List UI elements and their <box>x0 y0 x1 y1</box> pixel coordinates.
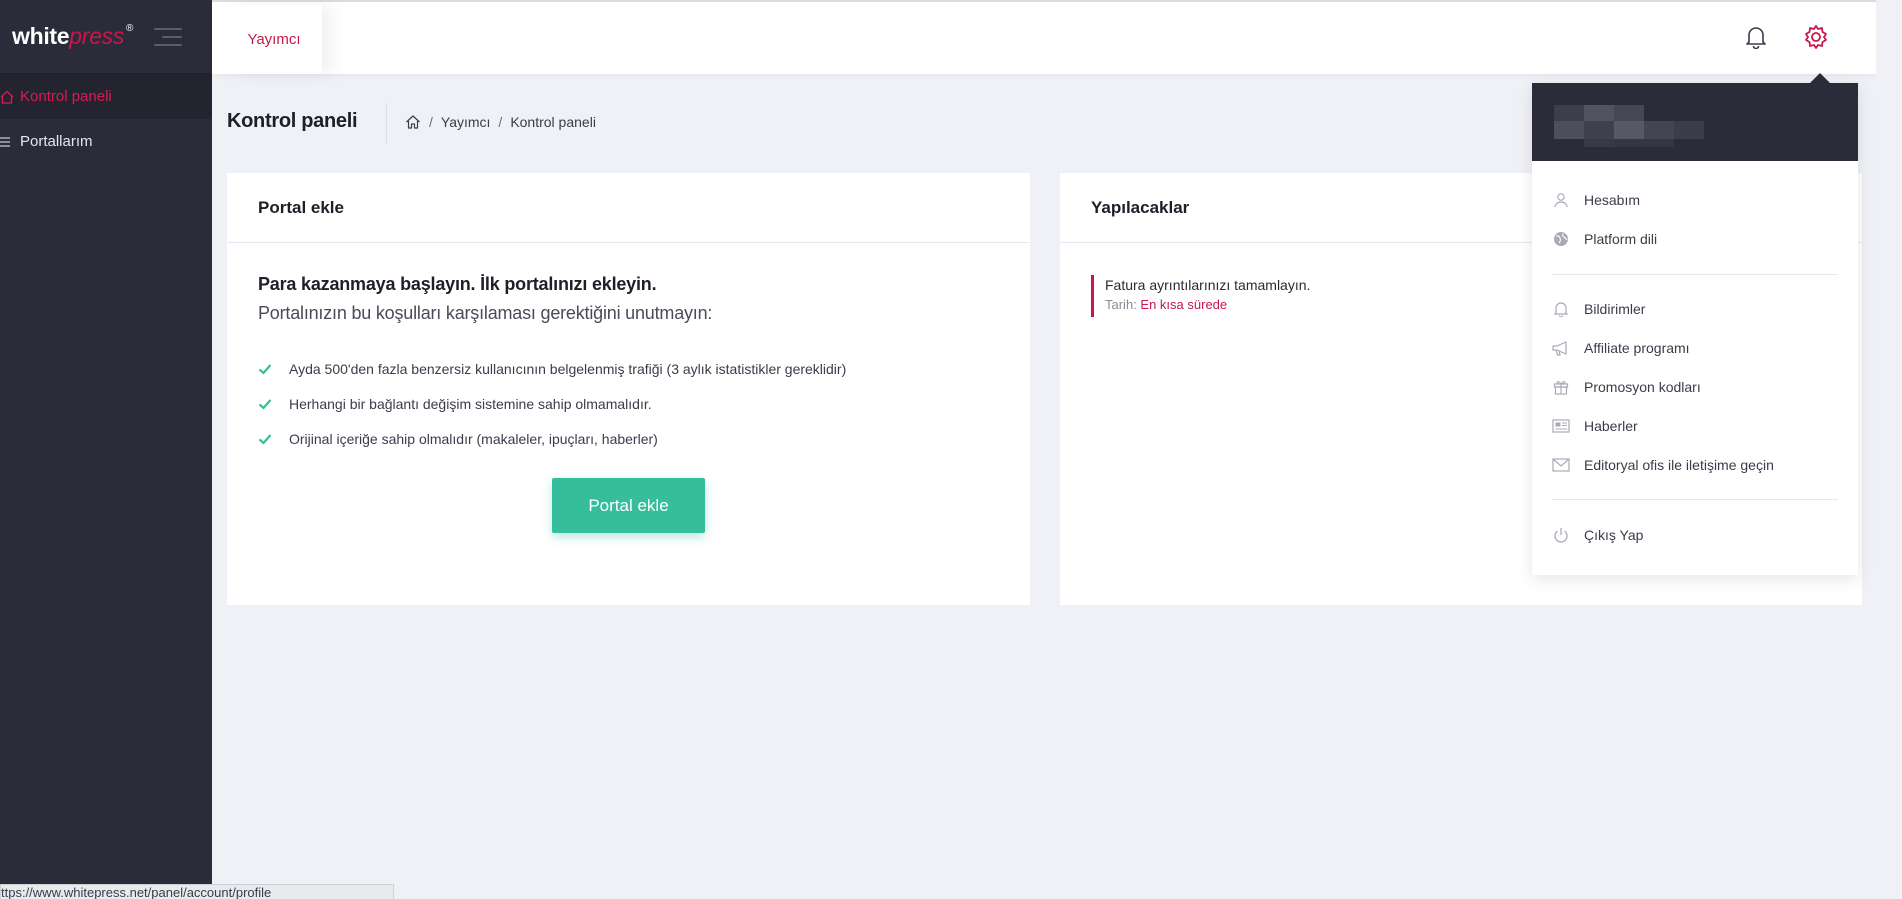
list-item: Herhangi bir bağlantı değişim sistemine … <box>258 386 846 421</box>
home-icon[interactable] <box>405 114 421 130</box>
sidebar-item-portallarim[interactable]: Portallarım <box>0 119 212 164</box>
menu-toggle-icon[interactable] <box>154 27 182 46</box>
status-bar-url: ttps://www.whitepress.net/panel/account/… <box>0 884 394 899</box>
menu-item-label: Hesabım <box>1584 192 1641 208</box>
scrollbar[interactable] <box>1876 0 1902 899</box>
logo-registered: ® <box>126 23 134 34</box>
newspaper-icon <box>1552 417 1570 435</box>
menu-item-label: Haberler <box>1584 418 1638 434</box>
requirements-list: Ayda 500'den fazla benzersiz kullanıcını… <box>258 351 846 456</box>
title-divider <box>386 103 387 143</box>
logo-press: press <box>69 23 125 49</box>
tab-yayimci[interactable]: Yayımcı <box>226 5 322 74</box>
menu-item-promosyon[interactable]: Promosyon kodları <box>1552 375 1701 399</box>
sidebar-item-label: Portallarım <box>20 133 93 150</box>
menu-item-label: Editoryal ofis ile iletişime geçin <box>1584 457 1774 473</box>
gift-icon <box>1552 378 1570 396</box>
todo-item[interactable]: Fatura ayrıntılarınızı tamamlayın. Tarih… <box>1091 275 1310 317</box>
requirement-text: Orijinal içeriğe sahip olmalıdır (makale… <box>289 430 658 447</box>
requirement-text: Herhangi bir bağlantı değişim sistemine … <box>289 395 652 412</box>
user-icon <box>1552 191 1570 209</box>
top-bar: Yayımcı <box>212 2 1876 74</box>
menu-item-label: Bildirimler <box>1584 301 1646 317</box>
sidebar: white press ® Kontrol paneli Portallarım <box>0 0 212 899</box>
gear-icon[interactable] <box>1803 24 1829 50</box>
requirement-text: Ayda 500'den fazla benzersiz kullanıcını… <box>289 360 847 377</box>
dropdown-header <box>1532 83 1858 161</box>
sidebar-item-label: Kontrol paneli <box>20 88 112 105</box>
breadcrumb: / Yayımcı / Kontrol paneli <box>405 114 596 130</box>
card-title: Portal ekle <box>227 173 1030 243</box>
list-item: Ayda 500'den fazla benzersiz kullanıcını… <box>258 351 846 386</box>
logo-white: white <box>12 23 70 49</box>
home-icon <box>0 87 20 107</box>
list-item: Orijinal içeriğe sahip olmalıdır (makale… <box>258 421 846 456</box>
todo-date-label: Tarih: <box>1105 297 1137 312</box>
globe-icon <box>1552 230 1570 248</box>
sidebar-item-kontrol-paneli[interactable]: Kontrol paneli <box>0 74 212 119</box>
menu-item-label: Platform dili <box>1584 231 1658 247</box>
menu-item-platform-dili[interactable]: Platform dili <box>1552 227 1657 251</box>
mail-icon <box>1552 456 1570 474</box>
dropdown-caret <box>1810 73 1830 83</box>
menu-item-haberler[interactable]: Haberler <box>1552 414 1638 438</box>
megaphone-icon <box>1552 339 1570 357</box>
divider <box>1552 499 1838 500</box>
portal-ekle-button[interactable]: Portal ekle <box>552 478 705 533</box>
list-icon <box>0 132 20 152</box>
page-title: Kontrol paneli <box>227 110 358 132</box>
todo-date: Tarih: En kısa sürede <box>1105 297 1310 312</box>
bell-icon <box>1552 300 1570 318</box>
breadcrumb-current: Kontrol paneli <box>510 114 596 130</box>
check-icon <box>258 362 272 376</box>
sidebar-header: white press ® <box>0 0 212 74</box>
menu-item-label: Çıkış Yap <box>1584 527 1644 543</box>
breadcrumb-separator: / <box>498 114 503 130</box>
check-icon <box>258 397 272 411</box>
breadcrumb-separator: / <box>429 114 433 130</box>
card-lead: Para kazanmaya başlayın. İlk portalınızı… <box>258 274 657 294</box>
check-icon <box>258 432 272 446</box>
settings-dropdown: Hesabım Platform dili Bildirimler Affili… <box>1532 73 1858 575</box>
divider <box>1552 274 1838 275</box>
power-icon <box>1552 526 1570 544</box>
menu-item-label: Promosyon kodları <box>1584 379 1701 395</box>
menu-item-affiliate[interactable]: Affiliate programı <box>1552 336 1690 360</box>
todo-text[interactable]: Fatura ayrıntılarınızı tamamlayın. <box>1105 277 1310 293</box>
card-subtitle: Portalınızın bu koşulları karşılaması ge… <box>258 303 713 323</box>
blurred-username <box>1554 105 1714 147</box>
menu-item-editoryal[interactable]: Editoryal ofis ile iletişime geçin <box>1552 453 1774 477</box>
menu-item-cikis[interactable]: Çıkış Yap <box>1552 523 1643 547</box>
menu-item-hesabim[interactable]: Hesabım <box>1552 188 1640 212</box>
portal-ekle-card: Portal ekle Para kazanmaya başlayın. İlk… <box>227 173 1030 605</box>
menu-item-label: Affiliate programı <box>1584 340 1690 356</box>
menu-item-bildirimler[interactable]: Bildirimler <box>1552 297 1645 321</box>
whitepress-logo[interactable]: white press ® <box>12 23 133 50</box>
todo-date-value: En kısa sürede <box>1140 297 1228 312</box>
breadcrumb-yayimci[interactable]: Yayımcı <box>441 114 491 130</box>
bell-icon[interactable] <box>1743 24 1769 50</box>
